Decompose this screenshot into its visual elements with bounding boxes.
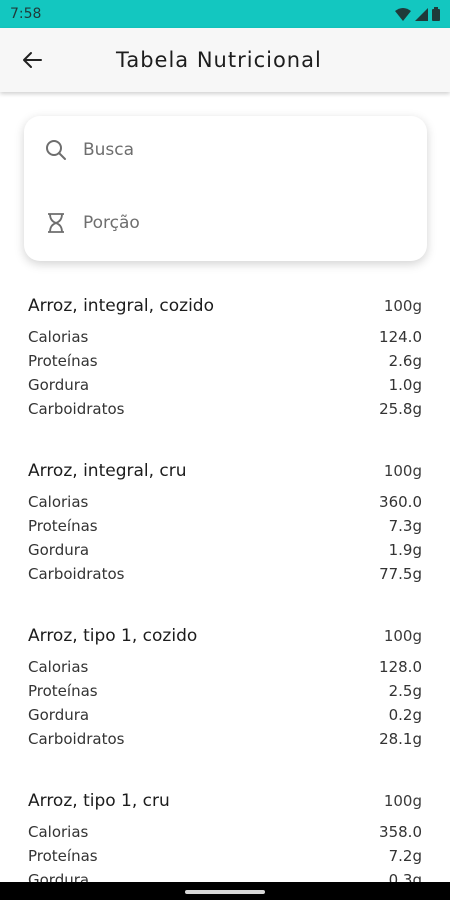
nutrient-value: 1.0g bbox=[388, 376, 422, 394]
battery-icon bbox=[432, 7, 440, 21]
nutrient-label: Calorias bbox=[28, 328, 89, 346]
nutrient-row: Proteínas 7.2g bbox=[28, 844, 422, 868]
nutrient-label: Carboidratos bbox=[28, 400, 125, 418]
app-bar: Tabela Nutricional bbox=[0, 28, 450, 92]
nutrient-value: 2.5g bbox=[388, 682, 422, 700]
food-name: Arroz, tipo 1, cozido bbox=[28, 626, 198, 646]
signal-icon bbox=[415, 7, 428, 21]
home-handle[interactable] bbox=[185, 890, 265, 894]
nutrient-value: 2.6g bbox=[388, 352, 422, 370]
nutrient-value: 128.0 bbox=[379, 658, 422, 676]
nutrient-row: Proteínas 2.6g bbox=[28, 349, 422, 373]
search-card: Busca Porção bbox=[24, 116, 427, 261]
nutrient-row: Proteínas 7.3g bbox=[28, 514, 422, 538]
nutrient-row: Carboidratos 25.8g bbox=[28, 397, 422, 421]
nutrient-label: Proteínas bbox=[28, 517, 98, 535]
nutrient-value: 25.8g bbox=[379, 400, 422, 418]
nutrient-label: Calorias bbox=[28, 493, 89, 511]
nutrient-value: 77.5g bbox=[379, 565, 422, 583]
nutrient-label: Calorias bbox=[28, 658, 89, 676]
nutrient-row: Proteínas 2.5g bbox=[28, 679, 422, 703]
search-field[interactable]: Busca bbox=[24, 126, 427, 174]
search-input[interactable]: Busca bbox=[83, 140, 134, 160]
food-portion: 100g bbox=[383, 627, 422, 645]
food-name: Arroz, integral, cozido bbox=[28, 296, 215, 316]
nutrient-row: Calorias 360.0 bbox=[28, 490, 422, 514]
food-name: Arroz, tipo 1, cru bbox=[28, 791, 170, 811]
nutrient-label: Proteínas bbox=[28, 682, 98, 700]
nutrient-value: 360.0 bbox=[379, 493, 422, 511]
arrow-back-icon bbox=[23, 52, 42, 68]
nutrient-label: Calorias bbox=[28, 823, 89, 841]
list-item[interactable]: Arroz, integral, cozido 100g Calorias 124.… bbox=[0, 290, 450, 430]
nutrient-label: Carboidratos bbox=[28, 730, 125, 748]
list-item[interactable]: Arroz, integral, cru 100g Calorias 360.0 P… bbox=[0, 455, 450, 595]
wifi-icon bbox=[395, 7, 411, 21]
nutrient-row: Calorias 358.0 bbox=[28, 820, 422, 844]
system-nav-bar bbox=[0, 882, 450, 900]
nutrient-value: 28.1g bbox=[379, 730, 422, 748]
nutrient-value: 0.2g bbox=[388, 706, 422, 724]
nutrient-value: 124.0 bbox=[379, 328, 422, 346]
page-title: Tabela Nutricional bbox=[116, 48, 322, 72]
nutrient-value: 1.9g bbox=[388, 541, 422, 559]
scale-icon bbox=[43, 210, 69, 236]
portion-input[interactable]: Porção bbox=[83, 213, 140, 233]
nutrient-value: 358.0 bbox=[379, 823, 422, 841]
nutrient-label: Proteínas bbox=[28, 352, 98, 370]
nutrient-row: Gordura 1.0g bbox=[28, 373, 422, 397]
nutrient-label: Gordura bbox=[28, 376, 90, 394]
nutrient-value: 7.3g bbox=[388, 517, 422, 535]
nutrient-label: Carboidratos bbox=[28, 565, 125, 583]
food-portion: 100g bbox=[383, 792, 422, 810]
nutrient-row: Gordura 1.9g bbox=[28, 538, 422, 562]
nutrient-label: Gordura bbox=[28, 706, 90, 724]
nutrient-label: Proteínas bbox=[28, 847, 98, 865]
food-name: Arroz, integral, cru bbox=[28, 461, 187, 481]
nutrient-row: Carboidratos 77.5g bbox=[28, 562, 422, 586]
food-portion: 100g bbox=[383, 462, 422, 480]
status-bar: 7:58 bbox=[0, 0, 450, 28]
portion-field[interactable]: Porção bbox=[24, 199, 427, 247]
back-button[interactable] bbox=[0, 28, 64, 92]
nutrient-row: Calorias 128.0 bbox=[28, 655, 422, 679]
nutrient-row: Gordura 0.2g bbox=[28, 703, 422, 727]
status-time: 7:58 bbox=[10, 6, 42, 22]
list-item[interactable]: Arroz, tipo 1, cozido 100g Calorias 128.0 … bbox=[0, 620, 450, 760]
food-portion: 100g bbox=[383, 297, 422, 315]
status-icons bbox=[395, 7, 440, 21]
search-icon bbox=[43, 137, 69, 163]
nutrient-row: Calorias 124.0 bbox=[28, 325, 422, 349]
nutrient-row: Carboidratos 28.1g bbox=[28, 727, 422, 751]
nutrient-value: 7.2g bbox=[388, 847, 422, 865]
nutrient-label: Gordura bbox=[28, 541, 90, 559]
